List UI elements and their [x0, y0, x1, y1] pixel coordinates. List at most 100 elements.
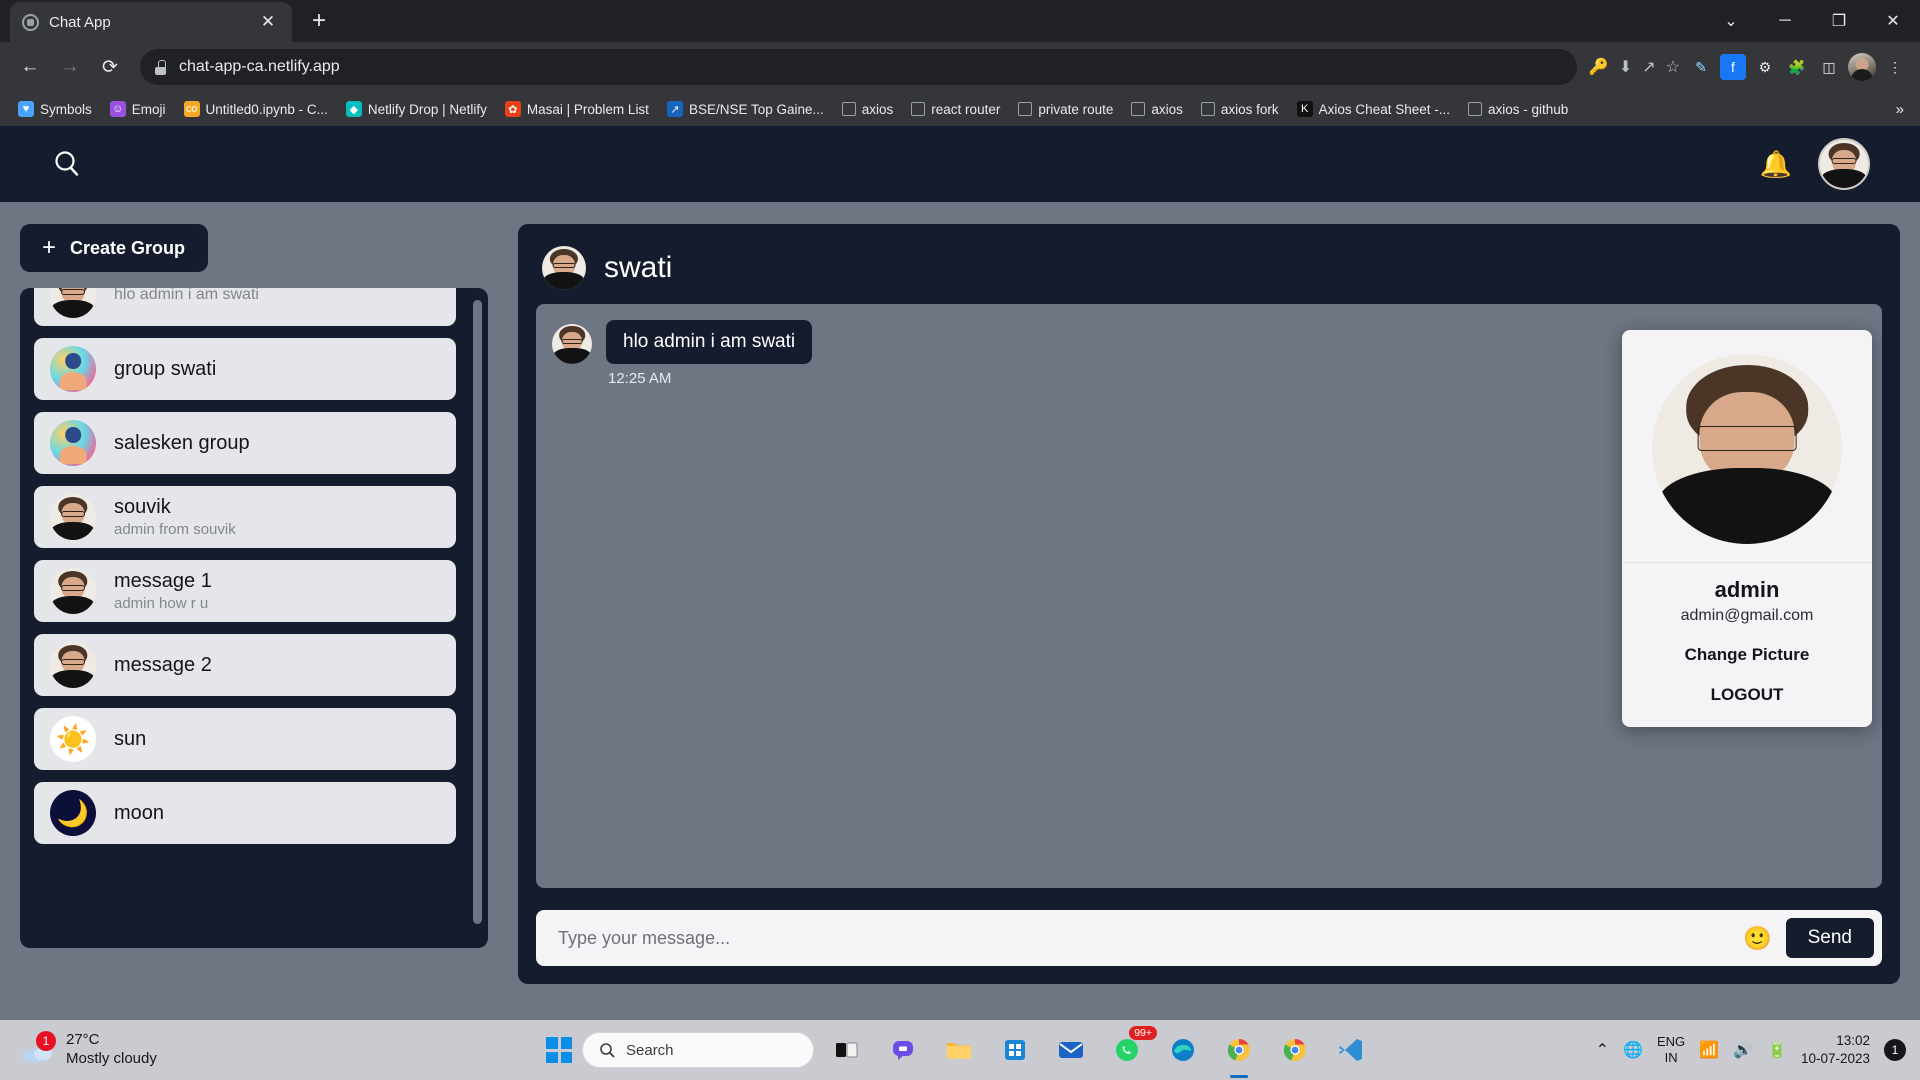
create-group-button[interactable]: + Create Group: [20, 224, 208, 272]
taskbar-search-label: Search: [626, 1041, 674, 1059]
bookmark-item[interactable]: axios: [1123, 98, 1191, 121]
side-panel-icon[interactable]: ◫: [1816, 54, 1842, 80]
contact-avatar: [50, 568, 96, 614]
battery-icon[interactable]: 🔋: [1767, 1040, 1787, 1060]
bookmark-item[interactable]: axios - github: [1460, 98, 1576, 121]
chat-list-item[interactable]: souvik admin from souvik: [34, 486, 456, 548]
emoji-icon[interactable]: 🙂: [1743, 925, 1772, 952]
bookmark-item[interactable]: react router: [903, 98, 1008, 121]
tab-search-chevron-icon[interactable]: ⌄: [1704, 0, 1758, 42]
search-icon[interactable]: [50, 147, 84, 181]
whatsapp-icon[interactable]: 99+: [1107, 1026, 1157, 1070]
task-view-icon[interactable]: [827, 1030, 867, 1070]
microsoft-store-icon[interactable]: [995, 1030, 1035, 1070]
change-picture-button[interactable]: Change Picture: [1685, 645, 1810, 665]
chrome-icon[interactable]: [1219, 1030, 1259, 1070]
close-window-button[interactable]: ✕: [1866, 0, 1920, 42]
chat-item-text: moon: [114, 802, 164, 825]
reload-icon[interactable]: ⟳: [92, 49, 128, 85]
bell-icon[interactable]: 🔔: [1760, 149, 1792, 180]
notification-badge[interactable]: 1: [1884, 1039, 1906, 1061]
chevron-up-icon[interactable]: ⌃: [1596, 1040, 1609, 1060]
chat-list-item[interactable]: message 2: [34, 634, 456, 696]
chat-list-item[interactable]: ☀️ sun: [34, 708, 456, 770]
logout-button[interactable]: LOGOUT: [1711, 685, 1784, 705]
chat-sidebar: + Create Group hlo admin i am swati group…: [20, 224, 488, 1020]
send-button[interactable]: Send: [1785, 918, 1874, 958]
kindacode-icon: K: [1296, 101, 1313, 117]
bookmark-item[interactable]: ◆ Netlify Drop | Netlify: [338, 97, 495, 121]
chat-list-scrollbar[interactable]: [473, 300, 482, 924]
windows-start-icon[interactable]: [546, 1037, 572, 1063]
url-text: chat-app-ca.netlify.app: [179, 58, 340, 75]
profile-avatar-button[interactable]: [1818, 138, 1870, 190]
network-icon[interactable]: 🌐: [1623, 1040, 1643, 1060]
profile-name: admin: [1714, 577, 1780, 602]
address-bar[interactable]: chat-app-ca.netlify.app: [140, 49, 1577, 85]
chrome-icon[interactable]: [1275, 1030, 1315, 1070]
navigation-bar: ← → ⟳ chat-app-ca.netlify.app 🔑 ⬇ ↗ ☆ ✎ …: [0, 42, 1920, 92]
edge-icon[interactable]: [1163, 1030, 1203, 1070]
bookmark-item[interactable]: axios fork: [1193, 98, 1287, 121]
weather-widget[interactable]: 1 27°C Mostly cloudy: [0, 1031, 157, 1069]
volume-icon[interactable]: 🔊: [1733, 1040, 1753, 1060]
teams-icon[interactable]: [883, 1030, 923, 1070]
language-indicator[interactable]: ENG IN: [1657, 1034, 1685, 1067]
facebook-icon[interactable]: f: [1720, 54, 1746, 80]
chrome-menu-icon[interactable]: ⋮: [1882, 54, 1908, 80]
chat-list-item[interactable]: group swati: [34, 338, 456, 400]
bookmark-item[interactable]: axios: [834, 98, 902, 121]
bookmarks-overflow-icon[interactable]: »: [1890, 99, 1910, 120]
key-icon[interactable]: 🔑: [1589, 57, 1609, 77]
bookmark-item[interactable]: ✿ Masai | Problem List: [497, 97, 657, 121]
bookmark-item[interactable]: ☺ Emoji: [102, 97, 174, 121]
chat-list-item[interactable]: salesken group: [34, 412, 456, 474]
bookmark-label: Masai | Problem List: [526, 101, 649, 117]
share-icon[interactable]: ↗: [1642, 57, 1655, 77]
bookmark-label: BSE/NSE Top Gaine...: [688, 101, 824, 117]
chat-item-text: hlo admin i am swati: [114, 288, 259, 304]
bookmark-item[interactable]: K Axios Cheat Sheet -...: [1289, 97, 1458, 121]
download-icon[interactable]: ⬇: [1619, 57, 1632, 77]
blank-page-icon: [841, 102, 856, 116]
divider: [1622, 562, 1872, 563]
bookmark-label: react router: [931, 101, 1001, 117]
bookmark-label: Netlify Drop | Netlify: [367, 101, 487, 117]
heart-icon: ♥: [18, 101, 34, 117]
new-tab-button[interactable]: +: [300, 2, 338, 40]
forward-icon[interactable]: →: [52, 49, 88, 85]
maximize-button[interactable]: ❐: [1812, 0, 1866, 42]
message-bubble: hlo admin i am swati: [606, 320, 813, 364]
bookmark-item[interactable]: co Untitled0.ipynb - C...: [176, 97, 336, 121]
chat-item-name: message 2: [114, 653, 212, 676]
gear-icon[interactable]: ⚙: [1752, 54, 1778, 80]
chat-item-name: moon: [114, 801, 165, 824]
bookmark-item[interactable]: ♥ Symbols: [10, 97, 100, 121]
message-input-bar: 🙂 Send: [536, 910, 1882, 966]
taskbar-search[interactable]: Search: [582, 1032, 814, 1068]
back-icon[interactable]: ←: [12, 49, 48, 85]
message-avatar: [552, 324, 592, 364]
puzzle-icon[interactable]: 🧩: [1784, 54, 1810, 80]
chat-list-item[interactable]: hlo admin i am swati: [34, 288, 456, 326]
chat-list-item[interactable]: 🌙 moon: [34, 782, 456, 844]
bookmark-item[interactable]: private route: [1010, 98, 1121, 121]
star-icon[interactable]: ☆: [1666, 57, 1680, 77]
pen-icon[interactable]: ✎: [1688, 54, 1714, 80]
message-input[interactable]: [558, 927, 1729, 949]
close-tab-icon[interactable]: ✕: [256, 10, 280, 34]
web-page: 🔔 + Create Group hlo admin i am swati gro…: [0, 126, 1920, 1020]
chat-list[interactable]: hlo admin i am swati group swati salesken …: [20, 288, 488, 948]
minimize-button[interactable]: ─: [1758, 0, 1812, 42]
clock[interactable]: 13:02 10-07-2023: [1801, 1032, 1870, 1068]
mail-icon[interactable]: [1051, 1030, 1091, 1070]
weather-badge: 1: [36, 1031, 56, 1051]
file-explorer-icon[interactable]: [939, 1030, 979, 1070]
vscode-icon[interactable]: [1331, 1030, 1371, 1070]
chrome-profile-avatar[interactable]: [1848, 53, 1876, 81]
chat-list-item[interactable]: message 1 admin how r u: [34, 560, 456, 622]
browser-tab[interactable]: Chat App ✕: [10, 2, 292, 42]
wifi-icon[interactable]: 📶: [1699, 1040, 1719, 1060]
chat-item-text: group swati: [114, 358, 216, 381]
bookmark-item[interactable]: ↗ BSE/NSE Top Gaine...: [659, 97, 832, 121]
